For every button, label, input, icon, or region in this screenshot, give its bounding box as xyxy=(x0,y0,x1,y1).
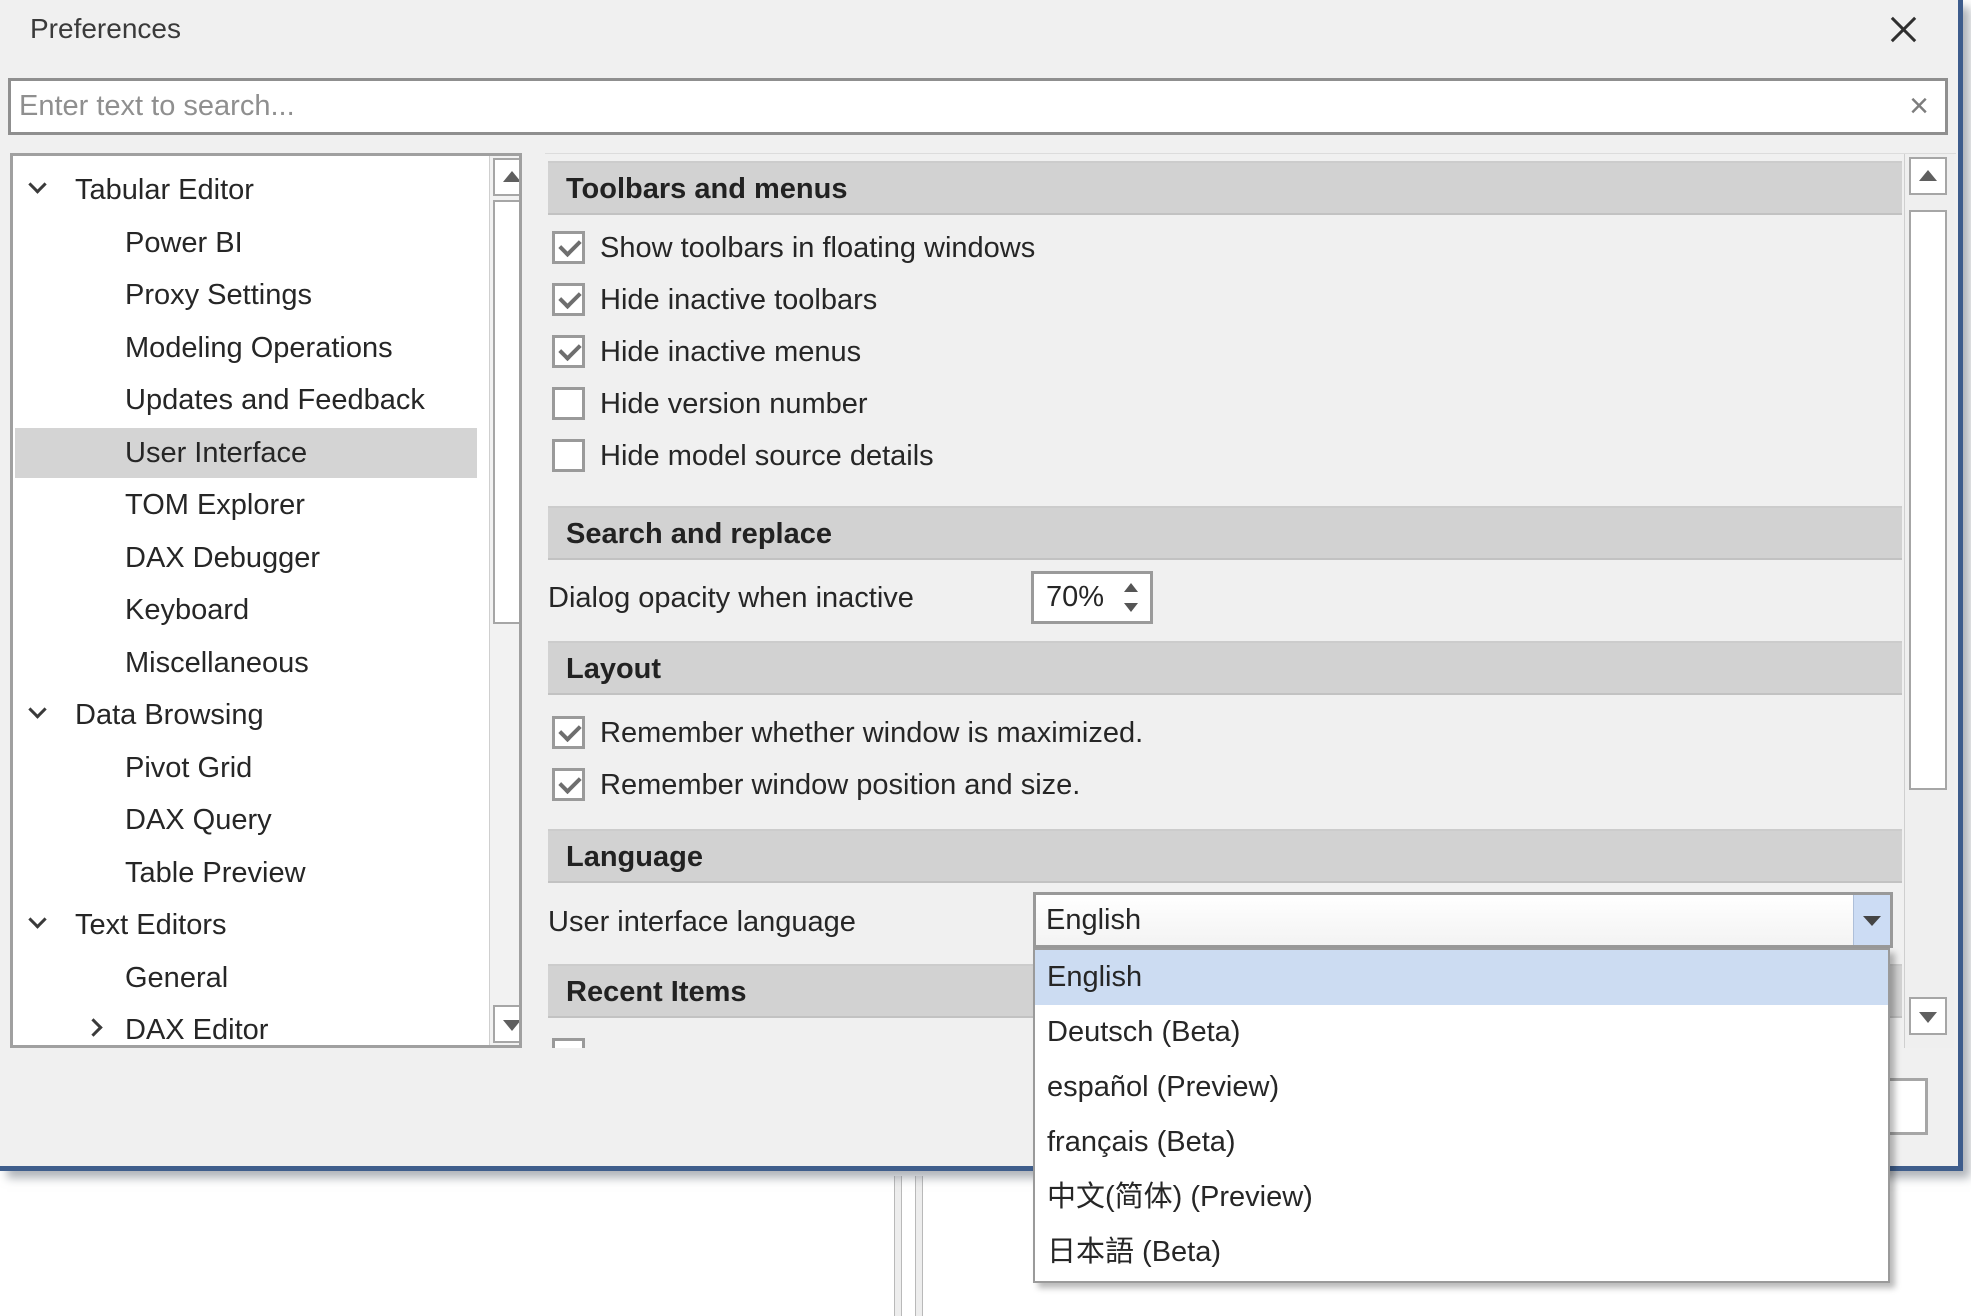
spinner-up-icon[interactable] xyxy=(1124,583,1138,592)
screen: Preferences × Tabular Editor Power BI Pr… xyxy=(0,0,1971,1316)
tree-item-table-preview[interactable]: Table Preview xyxy=(15,848,477,898)
tree-item-dax-query[interactable]: DAX Query xyxy=(15,795,477,845)
scroll-down-icon xyxy=(503,1020,521,1031)
tree-item-dax-debugger[interactable]: DAX Debugger xyxy=(15,533,477,583)
search-clear-icon[interactable]: × xyxy=(1901,85,1937,127)
tree-item-tabular-editor[interactable]: Tabular Editor xyxy=(15,165,477,215)
spinner-down-icon[interactable] xyxy=(1124,603,1138,612)
tree-item-miscellaneous[interactable]: Miscellaneous xyxy=(15,638,477,688)
dropdown-option-english[interactable]: English xyxy=(1035,950,1888,1005)
tree-item-tom-explorer[interactable]: TOM Explorer xyxy=(15,480,477,530)
dropdown-option-espanol[interactable]: español (Preview) xyxy=(1035,1060,1888,1115)
close-button[interactable] xyxy=(1883,9,1925,51)
dropdown-option-deutsch[interactable]: Deutsch (Beta) xyxy=(1035,1005,1888,1060)
tree-item-dax-editor[interactable]: DAX Editor xyxy=(15,1005,477,1048)
tree-scrollbar-thumb[interactable] xyxy=(493,200,522,624)
dialog-title: Preferences xyxy=(30,13,181,45)
checkbox-checked-icon[interactable] xyxy=(552,335,585,368)
scroll-up-button[interactable] xyxy=(493,158,522,196)
scroll-up-button[interactable] xyxy=(1909,157,1947,195)
scroll-down-button[interactable] xyxy=(493,1005,522,1043)
tree-item-modeling-operations[interactable]: Modeling Operations xyxy=(15,323,477,373)
language-dropdown-list: English Deutsch (Beta) español (Preview)… xyxy=(1033,948,1890,1283)
tree-scrollbar[interactable] xyxy=(489,156,522,1045)
section-header-search-replace: Search and replace xyxy=(548,506,1902,560)
background-splitter xyxy=(915,1176,923,1316)
tree-item-text-editors[interactable]: Text Editors xyxy=(15,900,477,950)
panel-scrollbar[interactable] xyxy=(1904,154,1954,1048)
search-input[interactable] xyxy=(19,81,1879,132)
checkbox-unchecked-icon[interactable] xyxy=(552,439,585,472)
tree-item-user-interface[interactable]: User Interface xyxy=(15,428,477,478)
tree-item-pivot-grid[interactable]: Pivot Grid xyxy=(15,743,477,793)
opacity-spinner: 70% xyxy=(1031,571,1153,624)
tree-item-general[interactable]: General xyxy=(15,953,477,1003)
language-label: User interface language xyxy=(548,906,856,939)
dropdown-option-francais[interactable]: français (Beta) xyxy=(1035,1115,1888,1170)
chevron-down-icon xyxy=(1863,916,1881,926)
section-header-layout: Layout xyxy=(548,641,1902,695)
opacity-value[interactable]: 70% xyxy=(1034,574,1116,621)
dropdown-option-japanese[interactable]: 日本語 (Beta) xyxy=(1035,1225,1888,1280)
tree-item-data-browsing[interactable]: Data Browsing xyxy=(15,690,477,740)
checkbox-checked-icon[interactable] xyxy=(552,716,585,749)
chevron-down-icon[interactable] xyxy=(28,910,46,928)
tree-item-updates-and-feedback[interactable]: Updates and Feedback xyxy=(15,375,477,425)
language-combobox[interactable]: English xyxy=(1033,892,1893,948)
chevron-down-icon[interactable] xyxy=(28,175,46,193)
scroll-up-icon xyxy=(1919,170,1937,181)
scroll-down-button[interactable] xyxy=(1909,997,1947,1035)
combobox-dropdown-button[interactable] xyxy=(1853,895,1890,945)
scroll-down-icon xyxy=(1919,1012,1937,1023)
background-splitter xyxy=(894,1176,902,1316)
checkbox-checked-icon[interactable] xyxy=(552,768,585,801)
settings-panel: Toolbars and menus Show toolbars in floa… xyxy=(545,153,1956,1048)
section-header-language: Language xyxy=(548,829,1902,883)
settings-tree: Tabular Editor Power BI Proxy Settings M… xyxy=(10,153,522,1048)
dropdown-option-chinese[interactable]: 中文(简体) (Preview) xyxy=(1035,1170,1888,1225)
checkbox-unchecked-icon[interactable] xyxy=(552,387,585,420)
panel-scrollbar-thumb[interactable] xyxy=(1909,210,1947,790)
opacity-label: Dialog opacity when inactive xyxy=(548,582,914,615)
checkbox-checked-icon[interactable] xyxy=(552,283,585,316)
scroll-up-icon xyxy=(503,171,521,182)
chevron-right-icon[interactable] xyxy=(84,1018,102,1036)
language-selected-value: English xyxy=(1046,895,1141,945)
chevron-down-icon[interactable] xyxy=(28,700,46,718)
checkbox-checked-icon[interactable] xyxy=(552,231,585,264)
search-box: × xyxy=(8,78,1948,135)
tree-item-keyboard[interactable]: Keyboard xyxy=(15,585,477,635)
tree-item-power-bi[interactable]: Power BI xyxy=(15,218,477,268)
tree-item-proxy-settings[interactable]: Proxy Settings xyxy=(15,270,477,320)
checkbox-partial[interactable] xyxy=(552,1038,585,1048)
section-header-toolbars: Toolbars and menus xyxy=(548,161,1902,215)
